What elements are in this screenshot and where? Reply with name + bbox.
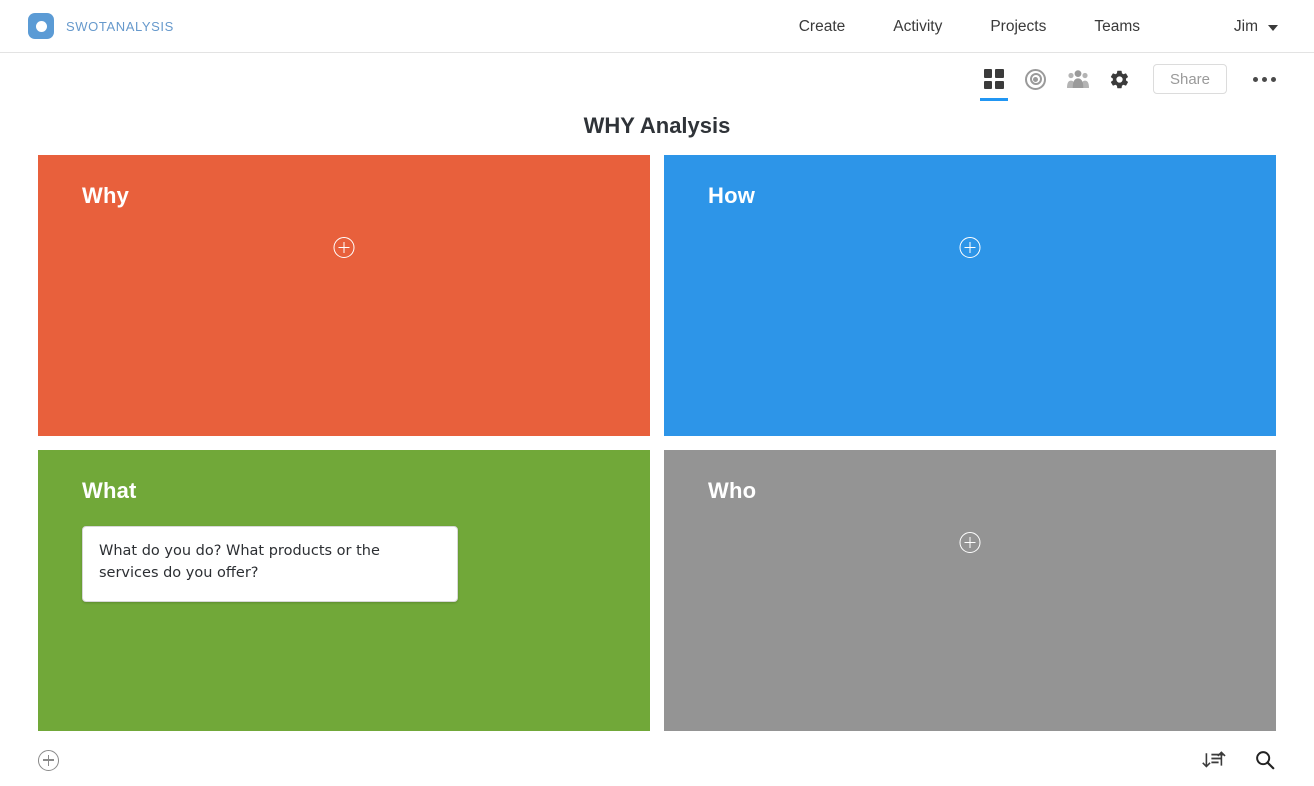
nav-item-activity[interactable]: Activity bbox=[869, 18, 966, 36]
bottom-toolbar-right bbox=[1202, 749, 1276, 771]
sticky-note-text: What do you do? What products or the ser… bbox=[99, 543, 380, 581]
logo-dot bbox=[36, 21, 47, 32]
chevron-down-icon bbox=[1268, 24, 1278, 31]
grid-view-icon bbox=[983, 69, 1004, 89]
sort-icon bbox=[1202, 751, 1226, 768]
quadrant-what[interactable]: What What do you do? What products or th… bbox=[38, 450, 650, 731]
user-menu[interactable]: Jim bbox=[1234, 0, 1278, 53]
quadrant-title-why: Why bbox=[82, 183, 130, 208]
add-note-button-how[interactable] bbox=[959, 237, 981, 258]
more-options-button[interactable] bbox=[1249, 69, 1280, 90]
quadrant-title-how: How bbox=[708, 183, 756, 208]
quadrant-how[interactable]: How bbox=[664, 155, 1276, 436]
page-title: WHY Analysis bbox=[583, 113, 731, 138]
nav-item-create[interactable]: Create bbox=[775, 18, 870, 36]
user-name-label: Jim bbox=[1233, 17, 1258, 35]
add-note-button-why[interactable] bbox=[333, 237, 355, 258]
main-nav-links: Create Activity Projects Teams bbox=[775, 0, 1164, 53]
add-note-button-who[interactable] bbox=[959, 532, 981, 553]
add-item-button[interactable] bbox=[38, 749, 59, 771]
target-view-button[interactable] bbox=[1015, 58, 1057, 100]
rounded-square-dot-logo-icon bbox=[28, 13, 54, 39]
quadrant-title-what: What bbox=[82, 478, 137, 503]
target-icon bbox=[1025, 68, 1047, 90]
search-button[interactable] bbox=[1254, 749, 1276, 771]
grid-view-button[interactable] bbox=[973, 58, 1015, 101]
nav-item-teams[interactable]: Teams bbox=[1070, 18, 1164, 36]
top-navigation-bar: swotanalysis Create Activity Projects Te… bbox=[0, 0, 1314, 53]
nav-item-projects[interactable]: Projects bbox=[966, 18, 1070, 36]
ellipsis-icon bbox=[1253, 76, 1258, 82]
quadrant-who[interactable]: Who bbox=[664, 450, 1276, 731]
bottom-toolbar bbox=[0, 731, 1314, 786]
sticky-note[interactable]: What do you do? What products or the ser… bbox=[82, 526, 458, 602]
gear-icon bbox=[1111, 70, 1129, 88]
view-toolbar: Share bbox=[0, 53, 1314, 105]
share-button[interactable]: Share bbox=[1152, 64, 1227, 94]
settings-button[interactable] bbox=[1099, 58, 1141, 100]
analysis-board: Why How What What do you do? What produc… bbox=[0, 155, 1314, 731]
sort-button[interactable] bbox=[1202, 749, 1226, 771]
people-group-icon bbox=[1066, 70, 1089, 88]
brand-name: swotanalysis bbox=[66, 15, 174, 36]
quadrant-title-who: Who bbox=[708, 478, 757, 503]
quadrant-why[interactable]: Why bbox=[38, 155, 650, 436]
brand-logo[interactable]: swotanalysis bbox=[28, 13, 174, 39]
search-icon bbox=[1256, 751, 1275, 770]
team-members-button[interactable] bbox=[1057, 58, 1099, 100]
